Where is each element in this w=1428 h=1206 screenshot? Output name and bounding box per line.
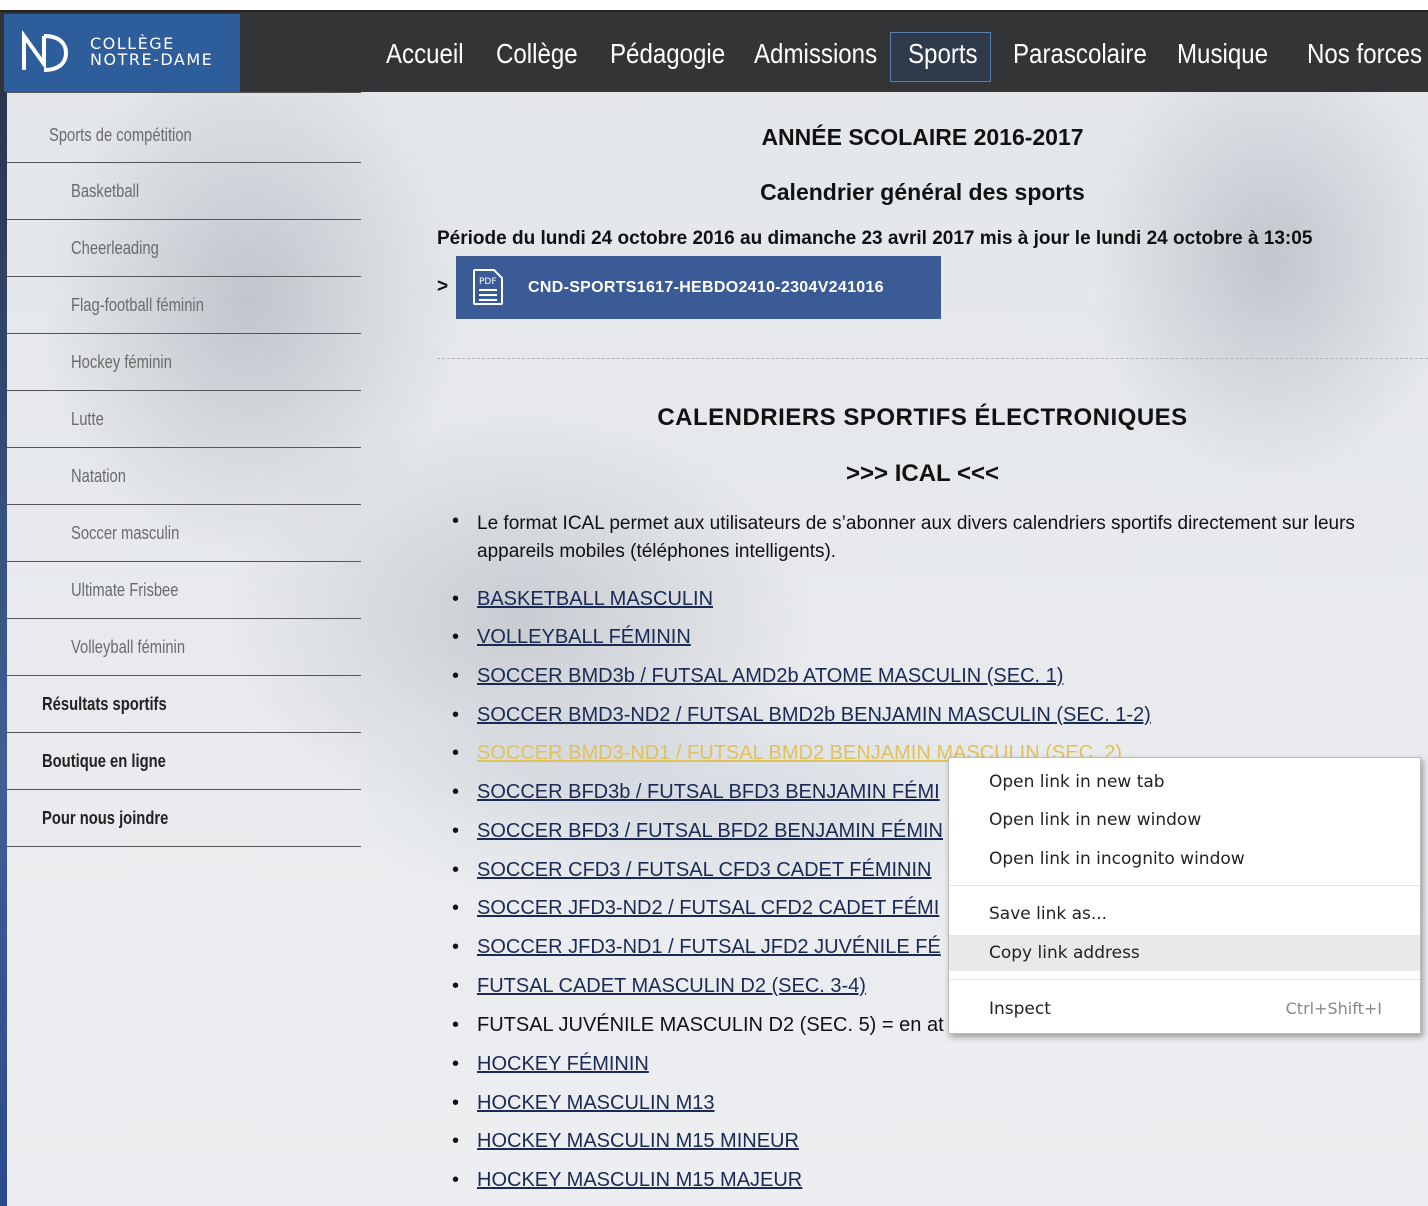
sidebar-item-natation[interactable]: Natation (7, 448, 361, 505)
link-hockey-m15-majeur[interactable]: HOCKEY MASCULIN M15 MAJEUR (477, 1169, 802, 1192)
sidebar-item-label: Boutique en ligne (42, 751, 166, 771)
bullet-dot: • (452, 1169, 460, 1191)
bullet-dot: • (452, 936, 460, 958)
link-soccer-bmd3-nd2[interactable]: SOCCER BMD3-ND2 / FUTSAL BMD2b BENJAMIN … (477, 704, 1151, 727)
menu-separator (949, 885, 1420, 886)
sidebar-item-cheerleading[interactable]: Cheerleading (7, 220, 361, 277)
menu-item-label: Open link in incognito window (989, 849, 1245, 869)
pdf-button-label: CND-SPORTS1617-HEBDO2410-2304V241016 (528, 279, 884, 296)
bullet-dot: • (452, 1053, 460, 1075)
sidebar-item-sports-competition[interactable]: Sports de compétition (7, 92, 361, 163)
sidebar-item-label: Cheerleading (71, 238, 159, 258)
bullet-dot: • (452, 897, 460, 919)
link-soccer-cfd3[interactable]: SOCCER CFD3 / FUTSAL CFD3 CADET FÉMININ (477, 859, 932, 882)
bullet-dot: • (452, 1130, 460, 1152)
period-text: Période du lundi 24 octobre 2016 au dima… (437, 228, 1313, 249)
inspect-shortcut: Ctrl+Shift+I (1285, 999, 1382, 1018)
menu-save-link-as[interactable]: Save link as... (949, 896, 1420, 932)
nav-parascolaire[interactable]: Parascolaire (1013, 32, 1147, 76)
sidebar-item-label: Ultimate Frisbee (71, 580, 179, 600)
menu-item-label: Save link as... (989, 904, 1108, 924)
bullet-dot: • (452, 1092, 460, 1114)
link-basketball-masculin[interactable]: BASKETBALL MASCULIN (477, 588, 713, 611)
sidebar-item-label: Natation (71, 466, 126, 486)
bullet-dot: • (452, 626, 460, 648)
sidebar-item-label: Basketball (71, 181, 140, 201)
left-edge-strip (0, 92, 7, 1206)
sidebar-item-resultats[interactable]: Résultats sportifs (7, 676, 361, 733)
bullet-dot: • (452, 859, 460, 881)
sidebar-item-flag-football[interactable]: Flag-football féminin (7, 277, 361, 334)
nav-admissions[interactable]: Admissions (754, 32, 877, 76)
sidebar-item-basketball[interactable]: Basketball (7, 163, 361, 220)
menu-open-new-tab[interactable]: Open link in new tab (949, 764, 1420, 800)
bullet-dot: • (452, 1014, 460, 1036)
nav-musique[interactable]: Musique (1177, 32, 1268, 76)
link-futsal-cadet[interactable]: FUTSAL CADET MASCULIN D2 (SEC. 3-4) (477, 975, 866, 998)
sidebar-item-lutte[interactable]: Lutte (7, 391, 361, 448)
sidebar-item-soccer[interactable]: Soccer masculin (7, 505, 361, 562)
link-soccer-jfd3-nd1[interactable]: SOCCER JFD3-ND1 / FUTSAL JFD2 JUVÉNILE F… (477, 936, 941, 959)
bullet-dot: • (452, 510, 460, 532)
bullet-dot: • (452, 742, 460, 764)
menu-item-label: Open link in new window (989, 810, 1202, 830)
sidebar-item-hockey[interactable]: Hockey féminin (7, 334, 361, 391)
sidebar-item-label: Soccer masculin (71, 523, 180, 543)
calendar-title: Calendrier général des sports (760, 179, 1085, 205)
menu-separator (949, 979, 1420, 980)
menu-open-new-window[interactable]: Open link in new window (949, 802, 1420, 838)
sidebar-item-label: Lutte (71, 409, 104, 429)
menu-inspect[interactable]: Inspect Ctrl+Shift+I (949, 991, 1420, 1027)
sidebar-item-joindre[interactable]: Pour nous joindre (7, 790, 361, 847)
sidebar-item-label: Volleyball féminin (71, 637, 186, 657)
ecal-title: CALENDRIERS SPORTIFS ÉLECTRONIQUES (657, 404, 1188, 431)
ical-title: >>> ICAL <<< (846, 460, 999, 487)
link-hockey-m15-mineur[interactable]: HOCKEY MASCULIN M15 MINEUR (477, 1130, 799, 1153)
menu-copy-link-address[interactable]: Copy link address (949, 935, 1420, 971)
link-hockey-m13[interactable]: HOCKEY MASCULIN M13 (477, 1092, 714, 1115)
pdf-download-button[interactable]: PDF CND-SPORTS1617-HEBDO2410-2304V241016 (456, 256, 941, 319)
link-soccer-bfd3b[interactable]: SOCCER BFD3b / FUTSAL BFD3 BENJAMIN FÉMI (477, 781, 940, 804)
bullet-dot: • (452, 975, 460, 997)
link-soccer-bfd3[interactable]: SOCCER BFD3 / FUTSAL BFD2 BENJAMIN FÉMIN (477, 820, 943, 843)
menu-open-incognito[interactable]: Open link in incognito window (949, 841, 1420, 877)
bullet-dot: • (452, 820, 460, 842)
nav-accueil[interactable]: Accueil (386, 32, 464, 76)
ical-description: Le format ICAL permet aux utilisateurs d… (477, 513, 1355, 562)
nav-pedagogie[interactable]: Pédagogie (610, 32, 725, 76)
nav-college[interactable]: Collège (496, 32, 578, 76)
bullet-dot: • (452, 588, 460, 610)
sidebar-item-label: Sports de compétition (49, 125, 192, 145)
link-soccer-bmd3b[interactable]: SOCCER BMD3b / FUTSAL AMD2b ATOME MASCUL… (477, 665, 1063, 688)
sidebar-item-boutique[interactable]: Boutique en ligne (7, 733, 361, 790)
year-title: ANNÉE SCOLAIRE 2016-2017 (761, 124, 1084, 150)
menu-item-label: Inspect (989, 999, 1051, 1019)
pdf-file-icon: PDF (473, 269, 503, 305)
futsal-juvenile-text: FUTSAL JUVÉNILE MASCULIN D2 (SEC. 5) = e… (477, 1014, 944, 1036)
nav-nos-forces[interactable]: Nos forces (1307, 32, 1422, 76)
sidebar-item-label: Pour nous joindre (42, 808, 169, 828)
link-volleyball-feminin[interactable]: VOLLEYBALL FÉMININ (477, 626, 691, 649)
sidebar-item-volleyball[interactable]: Volleyball féminin (7, 619, 361, 676)
sidebar-item-ultimate[interactable]: Ultimate Frisbee (7, 562, 361, 619)
sidebar-item-label: Flag-football féminin (71, 295, 204, 315)
sidebar: Sports de compétition Basketball Cheerle… (7, 92, 361, 847)
menu-item-label: Open link in new tab (989, 772, 1165, 792)
bullet-dot: • (452, 781, 460, 803)
section-divider (437, 358, 1428, 359)
pdf-arrow: > (437, 276, 449, 297)
pdf-icon-text: PDF (479, 277, 497, 287)
context-menu: Open link in new tab Open link in new wi… (948, 757, 1421, 1034)
window-top-border (0, 0, 1428, 12)
bullet-dot: • (452, 665, 460, 687)
link-hockey-feminin[interactable]: HOCKEY FÉMININ (477, 1053, 649, 1076)
link-soccer-jfd3-nd2[interactable]: SOCCER JFD3-ND2 / FUTSAL CFD2 CADET FÉMI (477, 897, 939, 920)
nav-sports[interactable]: Sports (908, 32, 978, 76)
menu-item-label: Copy link address (989, 943, 1140, 963)
sidebar-item-label: Hockey féminin (71, 352, 172, 372)
bullet-dot: • (452, 704, 460, 726)
sidebar-item-label: Résultats sportifs (42, 694, 167, 714)
main-nav: Accueil Collège Pédagogie Admissions Spo… (0, 12, 1428, 92)
